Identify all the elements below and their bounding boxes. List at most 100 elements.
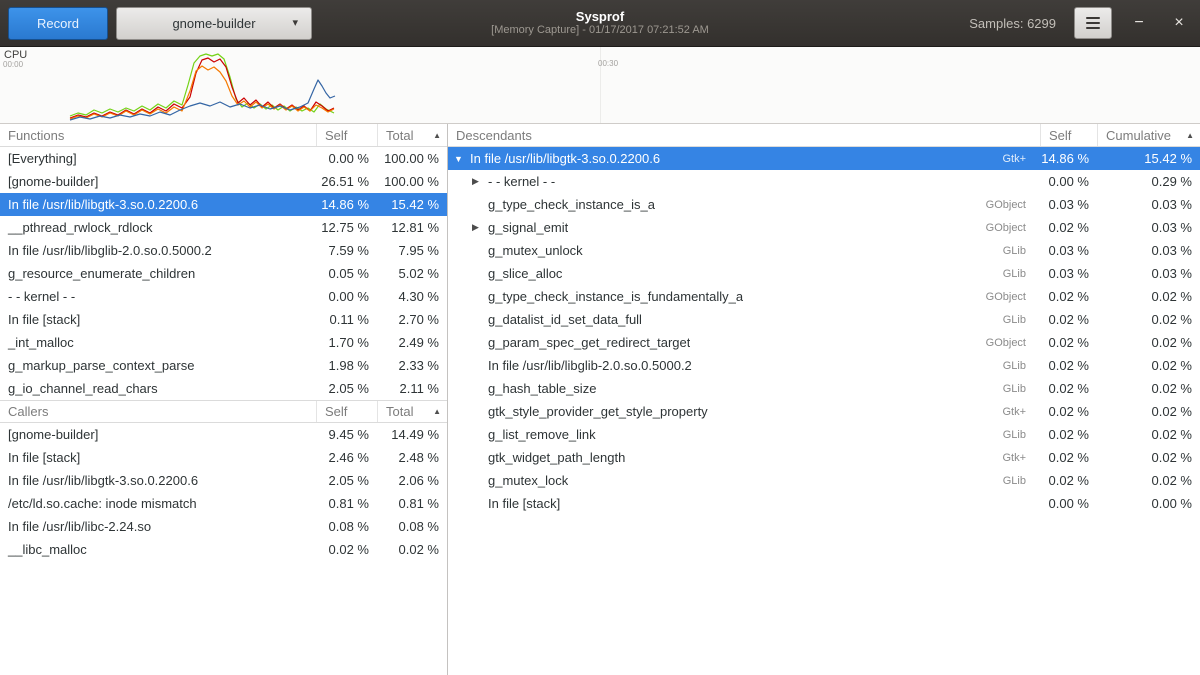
descendant-row[interactable]: In file [stack] 0.00 % 0.00 % [448,492,1200,515]
descendant-self-percent: 0.02 % [1040,335,1097,350]
descendants-self-column-header[interactable]: Self [1040,124,1097,146]
function-self-percent: 26.51 % [316,174,377,189]
descendant-row[interactable]: g_hash_table_size GLib 0.02 % 0.02 % [448,377,1200,400]
functions-column-header[interactable]: Functions [0,124,316,146]
callers-table: Callers Self Total ▲ [gnome-builder] 9.4… [0,400,447,561]
descendant-row[interactable]: g_datalist_id_set_data_full GLib 0.02 % … [448,308,1200,331]
chevron-down-icon: ▾ [292,16,298,29]
minimize-button[interactable]: − [1126,8,1152,38]
library-badge: GObject [976,199,1032,211]
descendant-name: g_type_check_instance_is_a [488,197,655,212]
function-self-percent: 7.59 % [316,243,377,258]
descendant-name: g_type_check_instance_is_fundamentally_a [488,289,743,304]
descendant-name: g_datalist_id_set_data_full [488,312,642,327]
descendant-row[interactable]: g_slice_alloc GLib 0.03 % 0.03 % [448,262,1200,285]
descendant-row[interactable]: g_list_remove_link GLib 0.02 % 0.02 % [448,423,1200,446]
function-name: g_resource_enumerate_children [0,266,316,281]
callers-total-column-header[interactable]: Total ▲ [377,401,447,422]
caller-row[interactable]: In file [stack] 2.46 % 2.48 % [0,446,447,469]
caller-total-percent: 2.06 % [377,473,447,488]
function-row[interactable]: - - kernel - - 0.00 % 4.30 % [0,285,447,308]
caller-total-percent: 0.02 % [377,542,447,557]
descendants-pane: Descendants Self Cumulative ▲ ▼ In file … [448,124,1200,675]
record-button[interactable]: Record [8,7,108,40]
callers-column-header[interactable]: Callers [0,401,316,422]
caller-self-percent: 2.05 % [316,473,377,488]
descendant-cumulative-percent: 0.03 % [1097,266,1200,281]
descendant-row[interactable]: ▶ - - kernel - - 0.00 % 0.29 % [448,170,1200,193]
library-badge: GLib [993,429,1032,441]
function-name: __pthread_rwlock_rdlock [0,220,316,235]
function-total-percent: 12.81 % [377,220,447,235]
callers-rows: [gnome-builder] 9.45 % 14.49 % In file [… [0,423,447,561]
caller-row[interactable]: /etc/ld.so.cache: inode mismatch 0.81 % … [0,492,447,515]
function-row[interactable]: In file /usr/lib/libglib-2.0.so.0.5000.2… [0,239,447,262]
descendant-cumulative-percent: 0.02 % [1097,404,1200,419]
process-selector[interactable]: gnome-builder ▾ [116,7,312,40]
descendant-row[interactable]: In file /usr/lib/libglib-2.0.so.0.5000.2… [448,354,1200,377]
descendants-cumulative-column-header[interactable]: Cumulative ▲ [1097,124,1200,146]
function-row[interactable]: In file /usr/lib/libgtk-3.so.0.2200.6 14… [0,193,447,216]
expander-icon[interactable]: ▶ [472,222,488,233]
descendant-row[interactable]: gtk_widget_path_length Gtk+ 0.02 % 0.02 … [448,446,1200,469]
function-row[interactable]: In file [stack] 0.11 % 2.70 % [0,308,447,331]
descendant-row[interactable]: g_type_check_instance_is_fundamentally_a… [448,285,1200,308]
caller-row[interactable]: In file /usr/lib/libc-2.24.so 0.08 % 0.0… [0,515,447,538]
function-name: g_io_channel_read_chars [0,381,316,396]
caller-row[interactable]: [gnome-builder] 9.45 % 14.49 % [0,423,447,446]
close-button[interactable]: × [1166,8,1192,38]
caller-total-percent: 0.08 % [377,519,447,534]
descendant-row[interactable]: ▶ g_signal_emit GObject 0.02 % 0.03 % [448,216,1200,239]
function-row[interactable]: _int_malloc 1.70 % 2.49 % [0,331,447,354]
function-total-percent: 2.11 % [377,381,447,396]
descendant-cumulative-percent: 0.02 % [1097,427,1200,442]
descendant-row[interactable]: g_mutex_lock GLib 0.02 % 0.02 % [448,469,1200,492]
functions-total-column-header[interactable]: Total ▲ [377,124,447,146]
descendant-name: g_mutex_lock [488,473,568,488]
window-title: Sysprof [491,9,709,24]
hamburger-icon [1086,17,1100,29]
function-name: In file [stack] [0,312,316,327]
descendant-name: In file [stack] [488,496,560,511]
library-badge: GObject [976,291,1032,303]
caller-name: __libc_malloc [0,542,316,557]
library-badge: Gtk+ [992,406,1032,418]
descendants-column-header[interactable]: Descendants [448,124,1040,146]
expander-icon[interactable]: ▶ [472,176,488,187]
caller-row[interactable]: In file /usr/lib/libgtk-3.so.0.2200.6 2.… [0,469,447,492]
caller-self-percent: 0.08 % [316,519,377,534]
descendant-self-percent: 0.02 % [1040,289,1097,304]
cpu-timeline[interactable]: CPU 00:00 00:30 [0,47,1200,124]
descendant-cumulative-percent: 0.02 % [1097,473,1200,488]
descendant-name: g_slice_alloc [488,266,562,281]
descendant-row[interactable]: g_type_check_instance_is_a GObject 0.03 … [448,193,1200,216]
process-selector-label: gnome-builder [172,16,255,31]
caller-name: In file /usr/lib/libgtk-3.so.0.2200.6 [0,473,316,488]
expander-icon[interactable]: ▼ [454,154,470,164]
descendant-row[interactable]: ▼ In file /usr/lib/libgtk-3.so.0.2200.6 … [448,147,1200,170]
function-row[interactable]: [gnome-builder] 26.51 % 100.00 % [0,170,447,193]
descendant-name: In file /usr/lib/libglib-2.0.so.0.5000.2 [488,358,692,373]
menu-button[interactable] [1074,7,1112,39]
function-row[interactable]: __pthread_rwlock_rdlock 12.75 % 12.81 % [0,216,447,239]
callers-self-column-header[interactable]: Self [316,401,377,422]
descendant-row[interactable]: g_mutex_unlock GLib 0.03 % 0.03 % [448,239,1200,262]
descendant-cumulative-percent: 0.02 % [1097,358,1200,373]
caller-row[interactable]: __libc_malloc 0.02 % 0.02 % [0,538,447,561]
caller-name: In file [stack] [0,450,316,465]
descendant-self-percent: 14.86 % [1040,151,1097,166]
descendant-cumulative-percent: 15.42 % [1097,151,1200,166]
function-self-percent: 2.05 % [316,381,377,396]
descendant-self-percent: 0.03 % [1040,243,1097,258]
functions-self-column-header[interactable]: Self [316,124,377,146]
caller-total-percent: 2.48 % [377,450,447,465]
function-row[interactable]: [Everything] 0.00 % 100.00 % [0,147,447,170]
function-row[interactable]: g_io_channel_read_chars 2.05 % 2.11 % [0,377,447,400]
function-row[interactable]: g_resource_enumerate_children 0.05 % 5.0… [0,262,447,285]
descendant-row[interactable]: gtk_style_provider_get_style_property Gt… [448,400,1200,423]
caller-total-percent: 14.49 % [377,427,447,442]
function-name: g_markup_parse_context_parse [0,358,316,373]
function-row[interactable]: g_markup_parse_context_parse 1.98 % 2.33… [0,354,447,377]
caller-self-percent: 2.46 % [316,450,377,465]
descendant-row[interactable]: g_param_spec_get_redirect_target GObject… [448,331,1200,354]
